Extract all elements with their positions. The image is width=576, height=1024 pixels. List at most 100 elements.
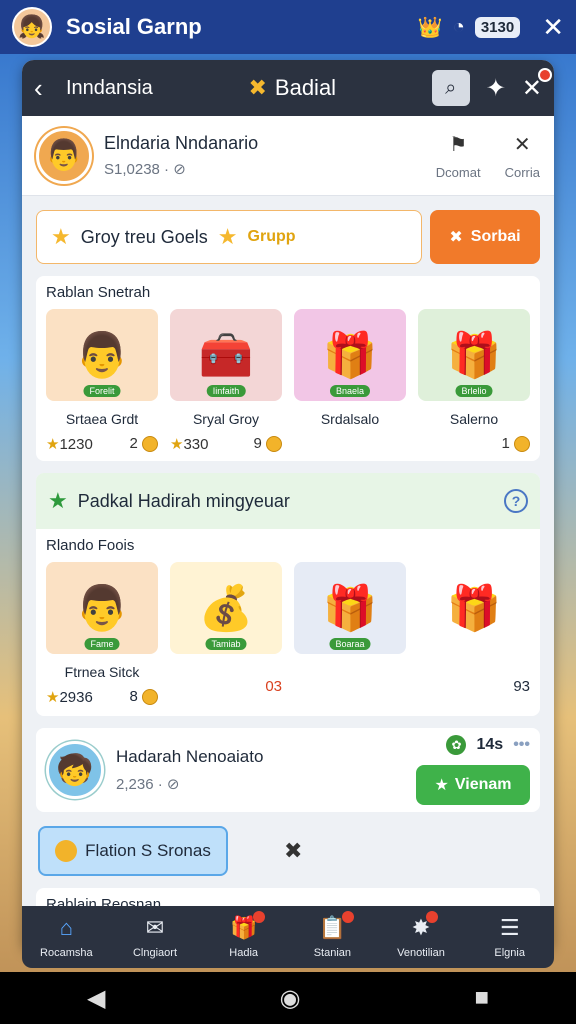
gift-name: Salerno xyxy=(449,411,499,427)
bonus-row: Flation S Sronas ✖ xyxy=(38,826,538,876)
tab-label: Clngiaort xyxy=(132,947,178,959)
gift-item[interactable]: 🧰 Iinfaith Sryal Groy ★330 9 xyxy=(170,309,282,453)
tools-icon[interactable]: ✖ xyxy=(284,838,302,864)
gift-thumbnail: 🎁 Brlelio xyxy=(418,309,530,401)
gift-thumbnail: 🎁 Bnaela xyxy=(294,309,406,401)
gift-thumbnail: 👨 Fame xyxy=(46,562,158,654)
share-icon[interactable]: ✦ xyxy=(486,74,506,103)
main-panel: ‹ Inndansia ✖ Badial ⌕ ✦ ✕ 👨 Elndaria Nn… xyxy=(22,60,554,950)
back-label[interactable]: Inndansia xyxy=(66,77,153,100)
close-icon: ✕ xyxy=(513,133,531,156)
tab-item[interactable]: ☰ Elgnia xyxy=(465,906,554,968)
friend-row: 🧒 Hadarah Nenoaiato 2,236 · ⊘ ✿ 14s ••• … xyxy=(36,728,540,812)
close-panel-icon[interactable]: ✕ xyxy=(522,67,552,103)
section-card-1: Rablan Snetrah 👨 Forelit Srtaea Grdt ★1230 2… xyxy=(36,276,540,461)
view-button[interactable]: ★ Vienam xyxy=(416,765,530,805)
home-circle-icon[interactable]: ◉ xyxy=(279,984,300,1013)
profile-avatar[interactable]: 👨 xyxy=(36,127,92,184)
search-button[interactable]: ⌕ xyxy=(431,70,470,106)
tab-icon: ☰ xyxy=(499,915,520,940)
tab-label: Venotilian xyxy=(397,947,445,959)
section-title-1: Rablan Snetrah xyxy=(46,284,151,301)
coin-icon xyxy=(55,840,78,862)
tab-label: Hadia xyxy=(229,947,259,959)
profile-row: 👨 Elndaria Nndanario S1,0238 · ⊘ ⚑ Dcoma… xyxy=(22,116,554,196)
app-title: Sosial Garnp xyxy=(66,14,202,39)
gift-thumbnail: 💰 Tamiab xyxy=(170,562,282,654)
gift-meta: ★2936 8 xyxy=(46,688,158,706)
tab-item[interactable]: 📋 Stanian xyxy=(288,906,377,968)
system-navigation-bar: ◀ ◉ ■ xyxy=(0,972,576,1024)
notification-dot xyxy=(342,911,355,923)
tab-label: Rocamsha xyxy=(40,947,93,959)
panel-nav-bar: ‹ Inndansia ✖ Badial ⌕ ✦ ✕ xyxy=(22,60,554,116)
gift-tag: Tamiab xyxy=(205,638,247,650)
gift-name: Ftrnea Sitck xyxy=(64,664,140,680)
panel-title: Badial xyxy=(274,75,337,100)
tab-item[interactable]: 🎁 Hadia xyxy=(199,906,288,968)
report-label: Dcomat xyxy=(435,164,481,180)
dismiss-button[interactable]: ✕ Corria xyxy=(505,132,540,180)
more-icon[interactable]: ••• xyxy=(513,736,530,754)
back-arrow-icon[interactable]: ‹ xyxy=(34,73,62,104)
crown-icon: 👑 xyxy=(417,16,443,39)
tab-item[interactable]: ✉ Clngiaort xyxy=(111,906,200,968)
flag-icon: ⚑ xyxy=(449,133,468,156)
gift-tag: Brlelio xyxy=(455,385,493,397)
gift-item[interactable]: 🎁 Brlelio Salerno 1 xyxy=(418,309,530,453)
tab-icon: ⌂ xyxy=(59,915,73,940)
gift-tag: Fame xyxy=(84,638,120,650)
gift-thumbnail: 🧰 Iinfaith xyxy=(170,309,282,401)
bonus-button[interactable]: Flation S Sronas xyxy=(38,826,228,876)
gift-item[interactable]: 👨 Forelit Srtaea Grdt ★1230 2 xyxy=(46,309,158,453)
battery-indicator: 3130 xyxy=(474,16,521,38)
profile-subtext: S1,0238 · ⊘ xyxy=(104,161,186,178)
green-star-icon: ★ xyxy=(48,488,68,513)
gift-meta: 03 xyxy=(265,678,282,695)
gift-item[interactable]: 🎁 Bnaela Srdalsalo xyxy=(294,309,406,453)
bottom-tab-bar: ⌂ Rocamsha ✉ Clngiaort 🎁 Hadia 📋 Stanian ✸ Venoti… xyxy=(22,906,554,968)
group-goals-field[interactable]: ★ Groy treu Goels ★ Grupp xyxy=(36,210,422,264)
tab-icon: 📋 xyxy=(319,911,355,941)
tab-item[interactable]: ⌂ Rocamsha xyxy=(22,906,111,968)
gift-thumbnail: 🎁 Boaraa xyxy=(294,562,406,654)
gift-tag: Forelit xyxy=(83,385,121,397)
gift-name: Srdalsalo xyxy=(320,411,380,427)
coin-icon xyxy=(142,436,158,453)
tab-icon: ✉ xyxy=(145,915,165,940)
friend-subtext: 2,236 · ⊘ xyxy=(116,776,180,793)
back-triangle-icon[interactable]: ◀ xyxy=(87,984,105,1013)
star-icon: ★ xyxy=(434,777,449,794)
tab-item[interactable]: ✸ Venotilian xyxy=(377,906,466,968)
friend-name: Hadarah Nenoaiato xyxy=(116,747,264,766)
tab-icon: 🎁 xyxy=(230,911,266,941)
weekly-item-list: 👨 Fame Ftrnea Sitck ★2936 8 💰 Tamiab 03 🎁 Boara… xyxy=(46,562,530,706)
gift-meta: ★1230 2 xyxy=(46,435,158,453)
profile-name: Elndaria Nndanario xyxy=(104,133,259,153)
gift-name: Srtaea Grdt xyxy=(65,411,139,427)
help-icon[interactable]: ? xyxy=(504,489,528,513)
recents-square-icon[interactable]: ■ xyxy=(474,984,489,1012)
notification-dot xyxy=(253,911,266,923)
gift-name: Sryal Groy xyxy=(192,411,260,427)
notification-dot xyxy=(538,67,552,82)
group-goals-bar: ★ Groy treu Goels ★ Grupp ✖ Sorbai xyxy=(36,210,540,264)
search-goals-label: Sorbai xyxy=(470,228,521,245)
gift-item[interactable]: 💰 Tamiab 03 xyxy=(170,562,282,706)
tab-label: Elgnia xyxy=(494,947,525,959)
gift-meta: 93 xyxy=(513,678,530,695)
wifi-icon: ◔ xyxy=(452,15,465,38)
report-button[interactable]: ⚑ Dcomat xyxy=(436,132,481,180)
gift-thumbnail: 🎁 xyxy=(418,562,530,654)
top-status-bar: 👧 Sosial Garnp 👑 ◔ 3130 ✕ xyxy=(0,0,576,54)
search-goals-button[interactable]: ✖ Sorbai xyxy=(430,210,540,264)
notification-dot xyxy=(426,911,439,923)
friend-avatar[interactable]: 🧒 xyxy=(46,741,104,799)
user-avatar[interactable]: 👧 xyxy=(12,7,52,47)
gift-item[interactable]: 👨 Fame Ftrnea Sitck ★2936 8 xyxy=(46,562,158,706)
gift-item[interactable]: 🎁 93 xyxy=(418,562,530,706)
search-icon: ⌕ xyxy=(445,76,457,99)
group-goals-label: Groy treu Goels xyxy=(80,226,208,247)
gift-item[interactable]: 🎁 Boaraa xyxy=(294,562,406,706)
close-app-icon[interactable]: ✕ xyxy=(542,12,564,43)
